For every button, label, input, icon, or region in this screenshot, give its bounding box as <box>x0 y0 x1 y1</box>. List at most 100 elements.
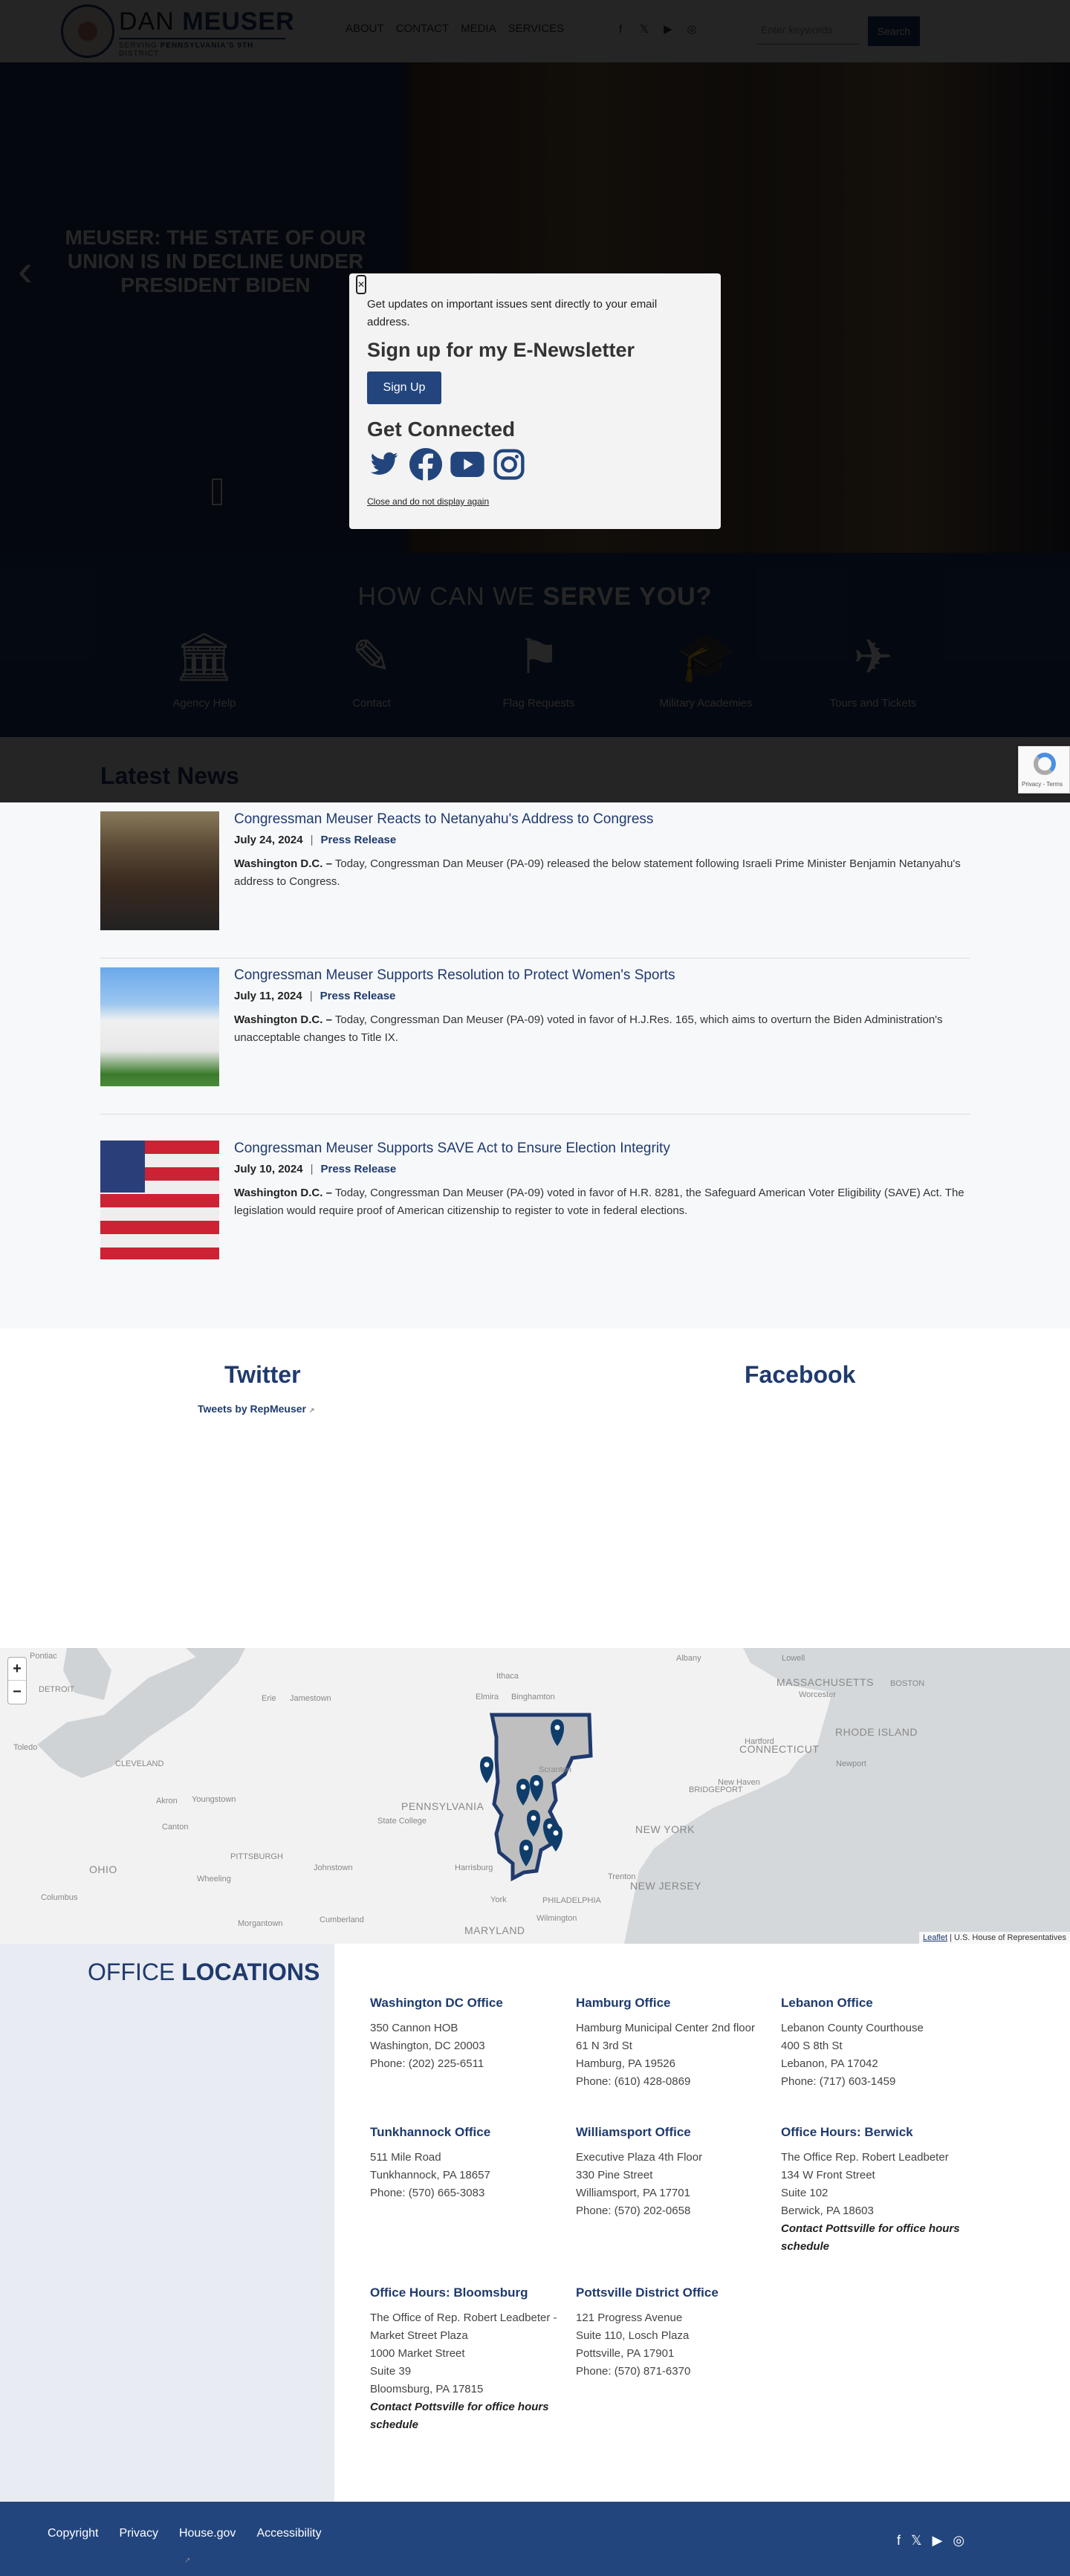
office-card: Washington DC Office 350 Cannon HOB Washin… <box>370 1996 563 2073</box>
office-hours-note: Contact Pottsville for office hours sche… <box>370 2401 549 2431</box>
article-summary: Washington D.C. – Today, Congressman Dan… <box>234 1184 970 1220</box>
footer-link-house-gov[interactable]: House.gov <box>179 2527 236 2540</box>
article-title[interactable]: Congressman Meuser Reacts to Netanyahu's… <box>234 811 970 828</box>
office-marker-pin[interactable] <box>549 1825 562 1852</box>
facebook-icon[interactable] <box>409 447 443 481</box>
dismiss-permanently-link[interactable]: Close and do not display again <box>367 496 489 507</box>
article-thumbnail[interactable] <box>100 967 219 1086</box>
twitter-link-text: Tweets by RepMeuser <box>198 1403 307 1415</box>
map-label: Jamestown <box>290 1694 331 1703</box>
zoom-out-button[interactable]: − <box>8 1681 26 1704</box>
marker-dot <box>531 1815 536 1821</box>
title-bold: LOCATIONS <box>181 1959 320 1985</box>
office-address-line: Hamburg, PA 19526 <box>576 2057 675 2070</box>
map-label: Lowell <box>782 1654 805 1663</box>
map-label: RHODE ISLAND <box>835 1726 918 1738</box>
signup-button[interactable]: Sign Up <box>367 372 441 404</box>
office-address-line: 400 S 8th St <box>781 2040 843 2052</box>
attribution-text: | U.S. House of Representatives <box>947 1933 1066 1942</box>
article-text: Today, Congressman Dan Meuser (PA-09) vo… <box>234 1013 943 1044</box>
marker-dot <box>484 1762 490 1768</box>
office-name: Lebanon Office <box>781 1996 873 2010</box>
office-locations-title: OFFICE LOCATIONS <box>88 1959 320 1986</box>
meta-separator: | <box>309 990 313 1002</box>
close-icon[interactable]: ✕ <box>356 275 366 294</box>
instagram-icon[interactable] <box>492 447 526 481</box>
youtube-icon[interactable] <box>450 447 484 481</box>
office-address-line: Lebanon County Courthouse <box>781 2022 924 2034</box>
article-text: Today, Congressman Dan Meuser (PA-09) re… <box>234 857 961 888</box>
office-name: Office Hours: Bloomsburg <box>370 2285 528 2300</box>
article-text: Today, Congressman Dan Meuser (PA-09) vo… <box>234 1187 964 1217</box>
twitter-icon[interactable] <box>367 447 401 481</box>
twitter-timeline-link[interactable]: Tweets by RepMeuser ↗ <box>198 1403 314 1415</box>
office-address-line: Suite 39 <box>370 2365 412 2378</box>
office-name: Washington DC Office <box>370 1996 503 2010</box>
article-category[interactable]: Press Release <box>320 1163 396 1175</box>
external-link-icon: ↗ <box>308 1407 315 1414</box>
office-address-line: The Office of Rep. Robert Leadbeter - Ma… <box>370 2311 557 2342</box>
facebook-icon[interactable]: f <box>897 2533 901 2549</box>
map-label: Ithaca <box>496 1672 519 1681</box>
map-label: BOSTON <box>890 1679 925 1688</box>
atlantic-ocean <box>624 1648 1070 1944</box>
article-title[interactable]: Congressman Meuser Supports SAVE Act to … <box>234 1141 970 1157</box>
map-label: OHIO <box>89 1863 117 1875</box>
social-feeds-section: Twitter Tweets by RepMeuser ↗ Facebook <box>0 1328 1070 1648</box>
article-summary: Washington D.C. – Today, Congressman Dan… <box>234 1011 970 1047</box>
instagram-icon[interactable]: ◎ <box>953 2533 964 2549</box>
office-name: Williamsport Office <box>576 2125 691 2139</box>
map-label: Pontiac <box>30 1652 57 1661</box>
map-label: DETROIT <box>39 1685 75 1694</box>
youtube-icon[interactable]: ▶ <box>933 2533 943 2549</box>
footer-link-copyright[interactable]: Copyright <box>48 2527 98 2540</box>
latest-news-list: Congressman Meuser Reacts to Netanyahu's… <box>0 802 1070 1328</box>
map-label: Morgantown <box>238 1919 283 1928</box>
office-address-line: 1000 Market Street <box>370 2347 465 2360</box>
office-card: Lebanon Office Lebanon County Courthouse 4… <box>781 1996 974 2091</box>
map-label: Cumberland <box>320 1915 364 1924</box>
article-date: July 10, 2024 <box>234 1163 303 1175</box>
map-label: Toledo <box>13 1743 38 1752</box>
footer-social-links: f 𝕏 ▶ ◎ <box>897 2533 964 2549</box>
recaptcha-badge[interactable]: Privacy - Terms <box>1018 746 1070 794</box>
map-label: MASSACHUSETTS <box>776 1676 874 1688</box>
map-label: York <box>490 1895 507 1904</box>
map-label: Erie <box>262 1694 276 1703</box>
site-footer: Copyright Privacy House.gov Accessibilit… <box>0 2502 1070 2576</box>
office-address-line: Washington, DC 20003 <box>370 2040 485 2052</box>
article-category[interactable]: Press Release <box>320 990 396 1002</box>
office-address-line: Executive Plaza 4th Floor <box>576 2151 703 2164</box>
external-link-icon: ↗ <box>184 2557 191 2565</box>
news-article: Congressman Meuser Supports SAVE Act to … <box>100 1132 970 1288</box>
map-label: Binghamton <box>511 1693 555 1701</box>
recaptcha-label[interactable]: Privacy - Terms <box>1022 781 1063 788</box>
map-label: PHILADELPHIA <box>542 1896 601 1905</box>
zoom-in-button[interactable]: + <box>8 1658 26 1681</box>
map-label: Wheeling <box>197 1875 231 1884</box>
article-dateline: Washington D.C. – <box>234 1013 332 1026</box>
news-article: Congressman Meuser Reacts to Netanyahu's… <box>100 802 970 958</box>
x-icon[interactable]: 𝕏 <box>911 2533 922 2549</box>
article-category[interactable]: Press Release <box>320 834 396 846</box>
article-title[interactable]: Congressman Meuser Supports Resolution t… <box>234 967 970 984</box>
map-label: PITTSBURGH <box>230 1852 283 1861</box>
marker-dot <box>554 1725 560 1730</box>
footer-link-accessibility[interactable]: Accessibility <box>256 2527 321 2540</box>
office-card: Williamsport Office Executive Plaza 4th F… <box>576 2125 769 2220</box>
office-marker-pin[interactable] <box>480 1756 493 1783</box>
leaflet-link[interactable]: Leaflet <box>923 1933 947 1942</box>
district-map[interactable]: Pontiac DETROIT Toledo CLEVELAND Erie Jamesto… <box>0 1648 1070 1944</box>
newsletter-modal: ✕ Get updates on important issues sent d… <box>349 273 721 529</box>
map-label: NEW YORK <box>635 1823 695 1835</box>
article-thumbnail[interactable] <box>100 811 219 930</box>
map-label: Scranton <box>539 1765 572 1774</box>
article-dateline: Washington D.C. – <box>234 1187 332 1199</box>
article-date: July 24, 2024 <box>234 834 303 846</box>
office-address-line: Phone: (570) 665-3083 <box>370 2187 485 2199</box>
map-label: Harrisburg <box>455 1863 493 1872</box>
footer-link-privacy[interactable]: Privacy <box>119 2527 158 2540</box>
modal-intro: Get updates on important issues sent dir… <box>367 298 658 328</box>
article-thumbnail[interactable] <box>100 1141 219 1259</box>
map-attribution: Leaflet | U.S. House of Representatives <box>918 1932 1070 1944</box>
